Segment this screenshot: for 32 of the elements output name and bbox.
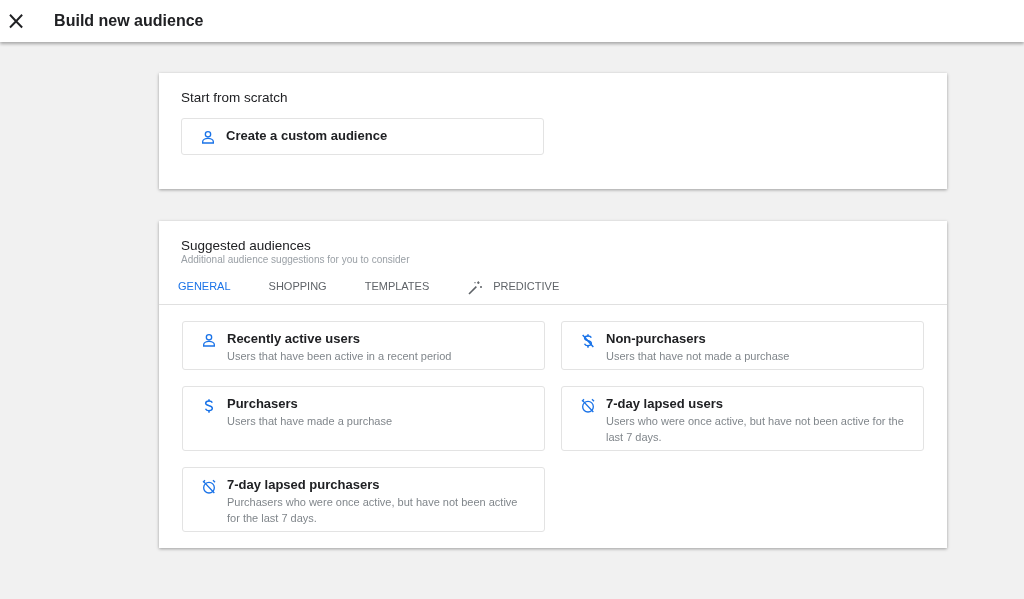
crossed-dollar-icon	[580, 332, 596, 350]
option-description: Users who were once active, but have not been active for the last 7 days.	[606, 414, 905, 445]
option-title: Create a custom audience	[226, 128, 388, 144]
option-title: Non-purchasers	[606, 331, 707, 347]
tab[interactable]: SHOPPING	[268, 271, 327, 295]
close-button[interactable]: ×	[2, 9, 31, 33]
audience-option[interactable]: Purchasers Users that have made a purchase	[182, 386, 545, 451]
audience-option[interactable]: Recently active users Users that have been active in a recent period	[182, 321, 545, 370]
option-title: 7-day lapsed purchasers	[227, 477, 381, 493]
option-title: Recently active users	[227, 331, 361, 347]
option-description: Users that have not made a purchase	[606, 349, 790, 364]
option-description: Users that have made a purchase	[227, 414, 393, 429]
section-subtitle: Additional audience suggestions for you to consider	[181, 254, 411, 265]
audience-option[interactable]: Non-purchasers Users that have not made a purchase	[561, 321, 924, 370]
section-title: Suggested audiences	[181, 238, 312, 253]
audience-option[interactable]: Create a custom audience	[181, 118, 544, 155]
alarm-off-icon	[580, 397, 596, 415]
page-title: Build new audience	[54, 12, 204, 30]
magic-wand-icon	[467, 280, 484, 296]
alarm-off-icon	[201, 478, 217, 496]
person-icon	[200, 129, 216, 145]
option-title: 7-day lapsed users	[606, 396, 725, 412]
option-description: Purchasers who were once active, but have not been active for the last 7 days.	[227, 495, 519, 526]
tab[interactable]: GENERAL	[178, 271, 231, 295]
audience-option[interactable]: 7-day lapsed users Users who were once active, but have not been active for the last 7 days.	[561, 386, 924, 451]
person-icon	[201, 332, 217, 348]
section-title: Start from scratch	[181, 90, 289, 105]
tab[interactable]: PREDICTIVE	[467, 271, 560, 295]
audience-option[interactable]: 7-day lapsed purchasers Purchasers who were once active, but have not been active for the last 7 days.	[182, 467, 545, 532]
option-description: Users that have been active in a recent period	[227, 349, 452, 364]
option-title: Purchasers	[227, 396, 299, 412]
tab[interactable]: TEMPLATES	[364, 271, 430, 295]
